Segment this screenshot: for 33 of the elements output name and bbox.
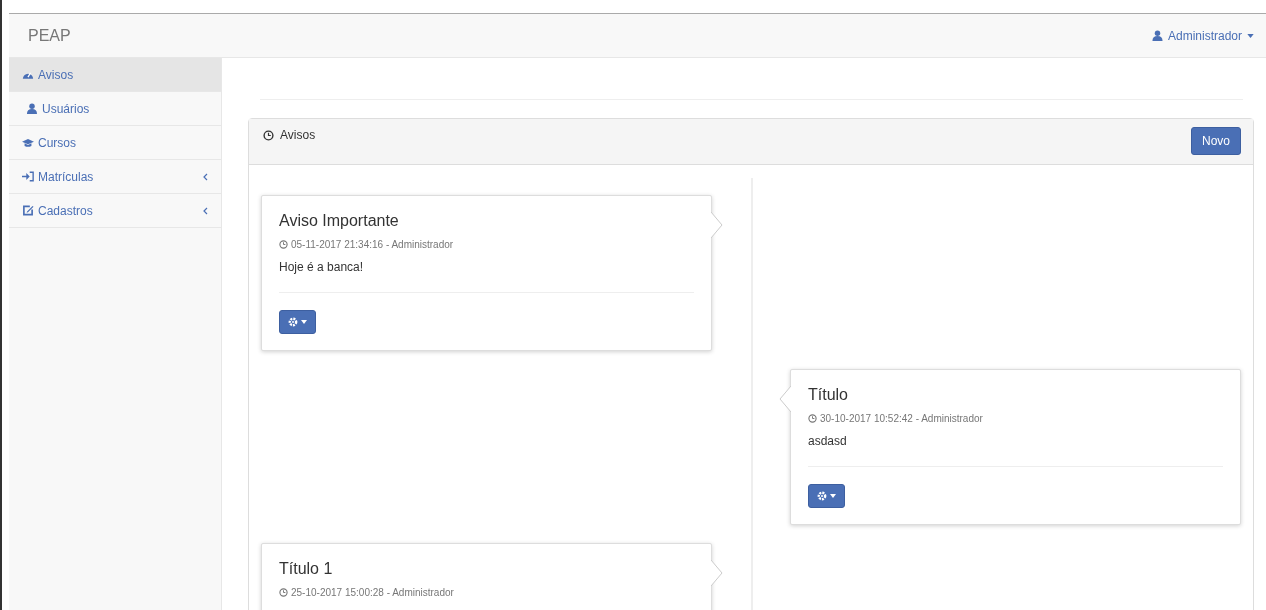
card-text: asdasd [808, 434, 848, 448]
graduation-cap-icon [22, 137, 34, 148]
settings-dropdown-button[interactable] [279, 310, 316, 334]
sidebar-item[interactable]: Cursos [9, 126, 221, 160]
card-title: Aviso Importante [279, 212, 400, 230]
clock-icon [279, 240, 288, 249]
caret-icon [830, 494, 836, 498]
caret-icon [1247, 33, 1254, 38]
panel-title: Avisos [263, 128, 316, 142]
card-title: Título 1 [279, 560, 334, 578]
gear-icon [288, 317, 298, 327]
card-meta: 05-11-2017 21:34:16 - Administrador [279, 239, 694, 250]
gear-icon [817, 491, 827, 501]
brand-title[interactable]: PEAP [28, 26, 71, 45]
user-icon [26, 103, 38, 114]
card-text: Hoje é a banca! [279, 260, 365, 274]
card-meta: 25-10-2017 15:00:28 - Administrador [279, 587, 694, 598]
caret-icon [301, 320, 307, 324]
sidebar-item[interactable]: Matrículas [9, 160, 221, 194]
settings-dropdown-button[interactable] [808, 484, 845, 508]
sidebar-item[interactable]: Cadastros [9, 194, 221, 228]
sidebar-item[interactable]: Usuários [9, 92, 221, 126]
sign-in-icon [22, 171, 34, 182]
card-title: Título [808, 386, 849, 404]
clock-icon [279, 588, 288, 597]
edit-icon [22, 205, 34, 216]
user-menu[interactable]: Administrador [1151, 28, 1254, 43]
user-icon [1151, 30, 1163, 41]
clock-icon [808, 414, 817, 423]
card-meta: 30-10-2017 10:52:42 - Administrador [808, 413, 1223, 424]
clock-icon [263, 129, 274, 141]
new-button[interactable]: Novo [1191, 127, 1241, 155]
sidebar-item[interactable]: Avisos [9, 58, 221, 92]
